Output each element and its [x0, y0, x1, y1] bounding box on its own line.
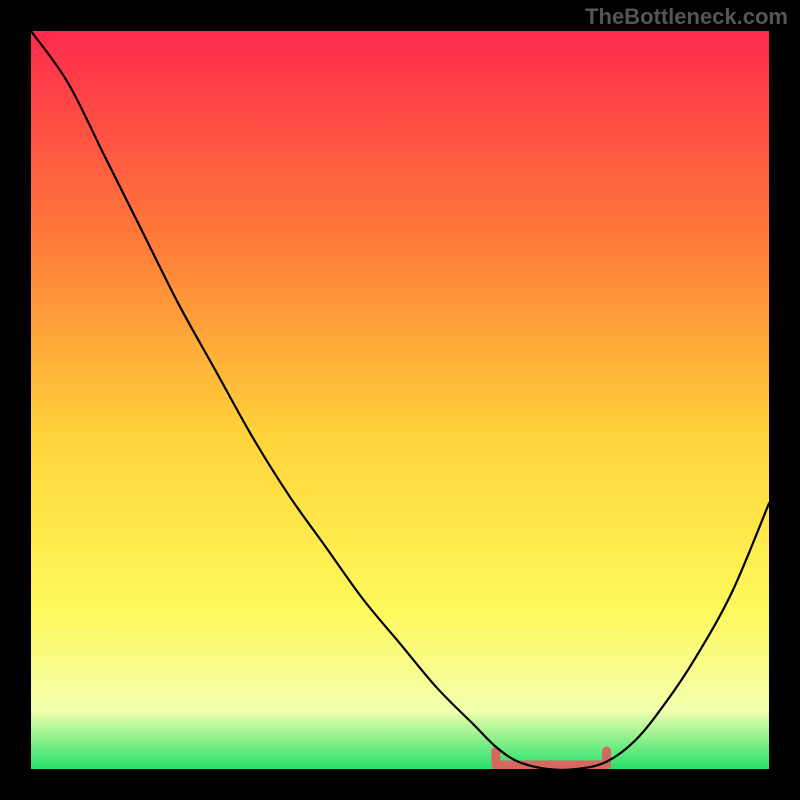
gradient-background [31, 31, 769, 769]
chart-svg [31, 31, 769, 769]
watermark-text: TheBottleneck.com [585, 4, 788, 30]
chart-container: TheBottleneck.com [0, 0, 800, 800]
plot-area [31, 31, 769, 769]
